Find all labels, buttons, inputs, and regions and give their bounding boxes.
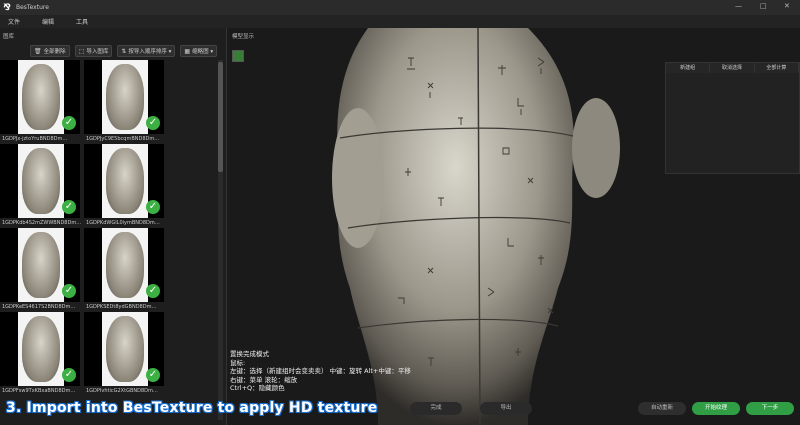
thumbnail-item[interactable]: ✓ xyxy=(0,60,80,134)
gallery-toolbar: 🗑 全部删除 ⬚ 导入图库 ⇅ 按导入顺序排序 ▾ ▦ 缩略图 ▾ xyxy=(30,45,218,57)
thumbnail-caption: 1GDPKdWGIL0iymBND8Dm… xyxy=(86,220,160,226)
shell-image xyxy=(106,232,144,298)
check-icon: ✓ xyxy=(62,200,76,214)
app-logo-icon: ⅋ xyxy=(3,2,11,13)
shell-image xyxy=(22,148,60,214)
thumbnail-item[interactable]: ✓ xyxy=(0,228,80,302)
delete-all-button[interactable]: 🗑 全部删除 xyxy=(30,45,70,57)
group-panel: 新建组 取消选择 全部计算 xyxy=(662,28,800,425)
delete-all-label: 全部删除 xyxy=(43,49,66,55)
maximize-button[interactable]: □ xyxy=(760,2,767,10)
shell-image xyxy=(22,316,60,382)
check-icon: ✓ xyxy=(62,116,76,130)
hint-right-wheel: 右键：菜单 滚轮：缩放 xyxy=(230,375,298,384)
thumbnail-item[interactable]: ✓ xyxy=(84,60,164,134)
check-icon: ✓ xyxy=(146,368,160,382)
sort-dropdown[interactable]: ⇅ 按导入顺序排序 ▾ xyxy=(117,45,176,57)
check-icon: ✓ xyxy=(62,368,76,382)
tutorial-banner: 3. Import into BesTexture to apply HD te… xyxy=(6,400,378,416)
close-button[interactable]: ✕ xyxy=(784,2,790,10)
next-step-button[interactable]: 下一步 xyxy=(746,402,794,415)
hint-left-middle: 左键：选择（新建组时会变卖卖） 中键：旋转 Alt+中键：平移 xyxy=(230,367,411,375)
thumbnail-caption: 1GDPIvhticG2XtGBND8Dm… xyxy=(86,388,158,394)
shell-image xyxy=(22,232,60,298)
viewport-hints: 置换完成模式 鼠标: 左键：选择（新建组时会变卖卖） 中键：旋转 Alt+中键：… xyxy=(230,350,411,393)
menu-bar: 文件 编辑 工具 xyxy=(0,15,800,28)
thumbnail-grid: ✓ 1GDPJx-jztoYruBND8Dm… ✓ 1GDPJyC9E5bcqm… xyxy=(0,60,220,425)
thumbnail-item[interactable]: ✓ xyxy=(84,312,164,386)
shell-image xyxy=(106,316,144,382)
deselect-button[interactable]: 取消选择 xyxy=(710,63,755,73)
menu-tools[interactable]: 工具 xyxy=(76,17,88,26)
thumbnail-caption: 1GDPJyC9E5bcqmBND8Dm… xyxy=(86,136,160,142)
finish-button[interactable]: 完成 xyxy=(410,402,462,415)
app-title: BesTexture xyxy=(16,4,49,11)
check-icon: ✓ xyxy=(146,116,160,130)
menu-file[interactable]: 文件 xyxy=(8,17,20,26)
import-icon: ⬚ xyxy=(78,48,85,55)
sort-icon: ⇅ xyxy=(121,48,127,55)
check-icon: ✓ xyxy=(146,284,160,298)
thumbnail-caption: 1GDPKdb4S2mZWWBND8Dm… xyxy=(2,220,82,226)
check-icon: ✓ xyxy=(62,284,76,298)
minimize-button[interactable]: — xyxy=(735,2,742,10)
new-group-button[interactable]: 新建组 xyxy=(666,63,711,73)
grid-icon: ▦ xyxy=(184,48,191,55)
gallery-title: 图库 xyxy=(3,34,15,40)
check-icon: ✓ xyxy=(146,200,160,214)
compute-all-button[interactable]: 全部计算 xyxy=(754,63,799,73)
thumbnail-caption: 1GDPKeES4617S2BND8Dm… xyxy=(2,304,76,310)
export-button[interactable]: 导出 xyxy=(480,402,532,415)
shell-image xyxy=(106,148,144,214)
sort-label: 按导入顺序排序 xyxy=(128,49,167,55)
auto-redo-button[interactable]: 自动重新 xyxy=(638,402,686,415)
group-list[interactable]: 新建组 取消选择 全部计算 xyxy=(665,62,800,174)
gallery-scrollbar[interactable] xyxy=(218,60,223,420)
start-texture-button[interactable]: 开始纹理 xyxy=(692,402,740,415)
import-gallery-button[interactable]: ⬚ 导入图库 xyxy=(74,45,113,57)
title-bar: ⅋ BesTexture — □ ✕ xyxy=(0,0,800,15)
hint-mouse: 鼠标: xyxy=(230,358,246,367)
thumbnail-item[interactable]: ✓ xyxy=(84,228,164,302)
view-mode-label: 缩略图 xyxy=(192,49,209,55)
hint-mode: 置换完成模式 xyxy=(230,350,269,358)
scrollbar-thumb[interactable] xyxy=(218,62,223,172)
hint-ctrl-q: Ctrl+Q：隐藏颜色 xyxy=(230,384,285,392)
view-mode-dropdown[interactable]: ▦ 缩略图 ▾ xyxy=(180,45,218,57)
thumbnail-item[interactable]: ✓ xyxy=(0,312,80,386)
menu-edit[interactable]: 编辑 xyxy=(42,17,54,26)
thumbnail-caption: 1GDPFsw9TxKBxaBND8Dm… xyxy=(2,388,76,394)
group-buttons: 新建组 取消选择 全部计算 xyxy=(666,63,799,73)
shell-image xyxy=(22,64,60,130)
gallery-panel: 图库 🗑 全部删除 ⬚ 导入图库 ⇅ 按导入顺序排序 ▾ ▦ 缩略图 ▾ ✓ 1GDPJ… xyxy=(0,28,227,425)
trash-icon: 🗑 xyxy=(34,48,42,55)
thumbnail-item[interactable]: ✓ xyxy=(0,144,80,218)
thumbnail-item[interactable]: ✓ xyxy=(84,144,164,218)
thumbnail-caption: 1GDPJx-jztoYruBND8Dm… xyxy=(2,136,68,142)
import-gallery-label: 导入图库 xyxy=(86,49,109,55)
thumbnail-caption: 1GDPKSEDt8ydGBND8Dm… xyxy=(86,304,157,310)
shell-image xyxy=(106,64,144,130)
